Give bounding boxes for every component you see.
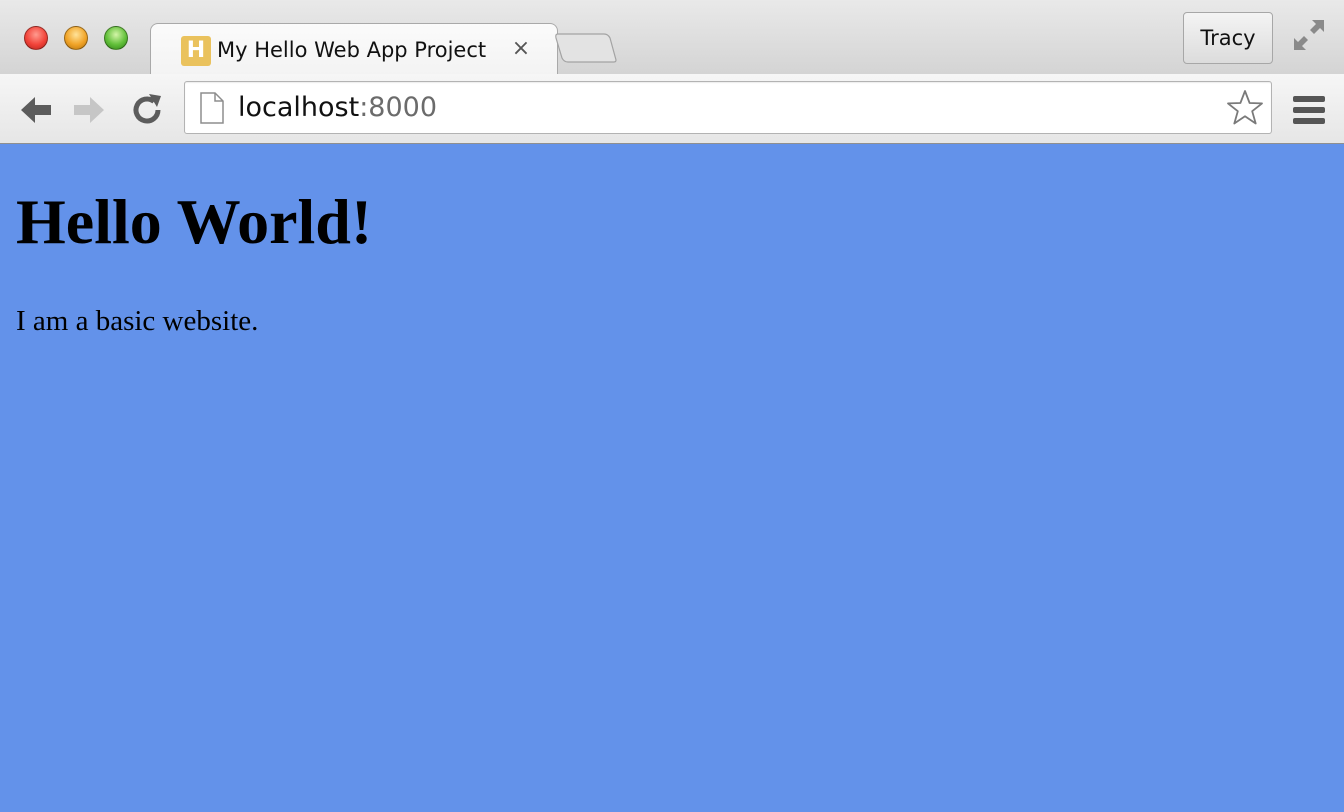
reload-icon[interactable]	[127, 90, 167, 130]
back-arrow-icon[interactable]	[15, 90, 55, 130]
fullscreen-icon[interactable]	[1292, 18, 1326, 52]
zoom-window-button[interactable]	[104, 26, 128, 50]
minimize-window-button[interactable]	[64, 26, 88, 50]
page-icon	[200, 92, 224, 124]
tab-title: My Hello Web App Project	[217, 38, 487, 62]
url-port: :8000	[359, 92, 438, 123]
tab-active[interactable]: H My Hello Web App Project ×	[150, 23, 558, 75]
url-text[interactable]: localhost:8000	[238, 90, 437, 126]
page-viewport: Hello World! I am a basic website.	[0, 144, 1344, 812]
new-tab-button[interactable]	[554, 32, 618, 64]
browser-window: H My Hello Web App Project × Tracy local…	[0, 0, 1344, 812]
tab-strip: H My Hello Web App Project × Tracy	[0, 0, 1344, 75]
star-icon[interactable]	[1225, 88, 1265, 128]
page-heading: Hello World!	[16, 186, 373, 257]
hamburger-menu-icon[interactable]	[1290, 92, 1328, 128]
browser-toolbar: localhost:8000	[0, 74, 1344, 144]
page-paragraph: I am a basic website.	[16, 305, 259, 337]
tab-close-icon[interactable]: ×	[509, 34, 533, 64]
profile-button[interactable]: Tracy	[1183, 12, 1273, 64]
favicon-icon: H	[181, 36, 211, 66]
close-window-button[interactable]	[24, 26, 48, 50]
address-bar[interactable]: localhost:8000	[184, 81, 1272, 134]
url-host: localhost	[238, 92, 360, 123]
forward-arrow-icon[interactable]	[70, 90, 110, 130]
